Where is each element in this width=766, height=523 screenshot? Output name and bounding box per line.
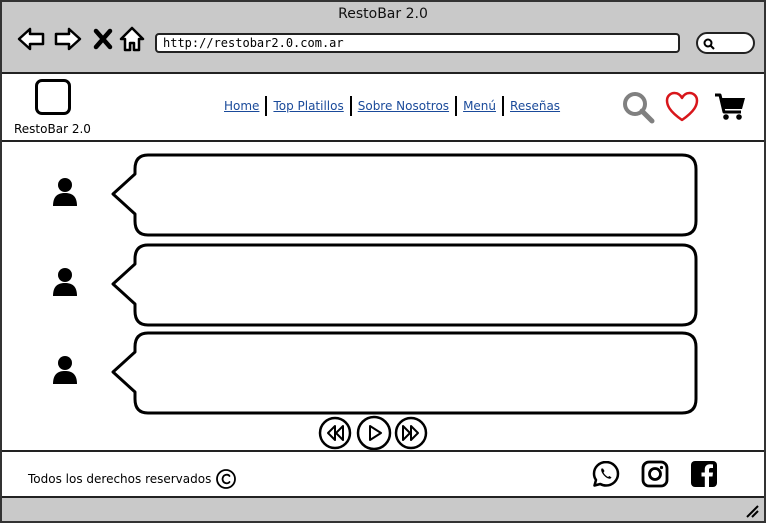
resize-handle-icon[interactable] bbox=[744, 503, 760, 519]
logo-text: RestoBar 2.0 bbox=[14, 122, 91, 136]
review-bubble bbox=[111, 243, 698, 327]
review-item bbox=[2, 331, 764, 417]
copyright-icon bbox=[216, 469, 237, 489]
browser-search-icon bbox=[703, 38, 715, 50]
close-icon[interactable] bbox=[88, 24, 118, 54]
fast-forward-icon[interactable] bbox=[394, 416, 428, 450]
forward-arrow-icon[interactable] bbox=[53, 24, 83, 54]
home-icon[interactable] bbox=[117, 24, 147, 54]
window-title: RestoBar 2.0 bbox=[338, 6, 428, 22]
nav-link-menu[interactable]: Menú bbox=[457, 97, 502, 115]
nav-link-home[interactable]: Home bbox=[224, 97, 265, 115]
review-item bbox=[2, 243, 764, 329]
review-bubble bbox=[111, 331, 698, 415]
nav-link-resenas[interactable]: Reseñas bbox=[504, 97, 566, 115]
search-icon[interactable] bbox=[621, 90, 655, 124]
carousel-controls bbox=[318, 415, 428, 451]
copyright-text: Todos los derechos reservados bbox=[28, 472, 212, 486]
browser-chrome: RestoBar 2.0 http://restobar2.0.com.ar bbox=[2, 2, 764, 74]
facebook-icon[interactable] bbox=[689, 459, 719, 489]
review-bubble bbox=[111, 153, 698, 237]
nav-link-top-platillos[interactable]: Top Platillos bbox=[267, 97, 349, 115]
user-icon bbox=[53, 268, 77, 296]
heart-icon[interactable] bbox=[665, 90, 699, 124]
rewind-icon[interactable] bbox=[318, 416, 352, 450]
site-header: RestoBar 2.0 Home Top Platillos Sobre No… bbox=[2, 74, 764, 142]
status-bar bbox=[2, 496, 764, 521]
review-item bbox=[2, 153, 764, 239]
user-icon bbox=[53, 178, 77, 206]
nav-link-sobre-nosotros[interactable]: Sobre Nosotros bbox=[352, 97, 455, 115]
browser-search-field[interactable] bbox=[696, 32, 755, 54]
play-icon[interactable] bbox=[356, 415, 392, 451]
instagram-icon[interactable] bbox=[640, 459, 670, 489]
logo[interactable] bbox=[35, 79, 71, 115]
browser-window: RestoBar 2.0 http://restobar2.0.com.ar R… bbox=[0, 0, 766, 523]
back-arrow-icon[interactable] bbox=[16, 24, 46, 54]
site-footer: Todos los derechos reservados bbox=[2, 450, 764, 496]
copyright: Todos los derechos reservados bbox=[28, 468, 237, 490]
main-nav: Home Top Platillos Sobre Nosotros Menú R… bbox=[224, 96, 566, 116]
url-bar[interactable]: http://restobar2.0.com.ar bbox=[155, 33, 680, 53]
whatsapp-icon[interactable] bbox=[591, 459, 621, 489]
user-icon bbox=[53, 356, 77, 384]
cart-icon[interactable] bbox=[713, 90, 747, 124]
